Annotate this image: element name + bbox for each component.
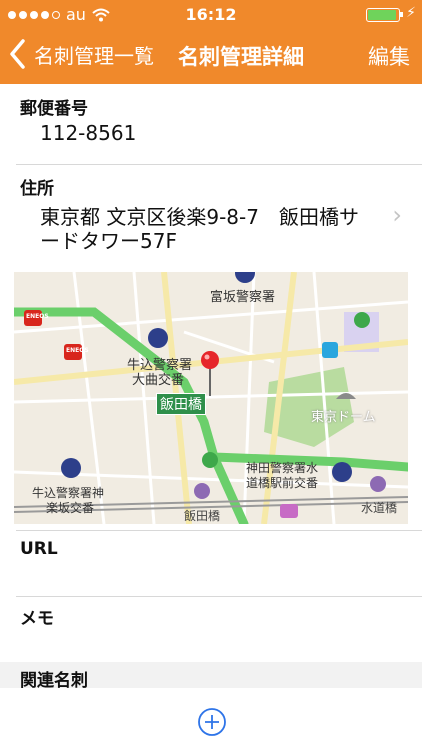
status-time: 16:12: [185, 5, 237, 24]
map-label-police-kanda-2: 道橋駅前交番: [246, 476, 319, 490]
postal-code-value: 112-8561: [40, 121, 137, 145]
map-label-station: 飯田橋: [156, 393, 206, 415]
related-cards-label: 関連名刺: [20, 671, 88, 691]
address-line-2: ードタワー57F: [40, 229, 177, 253]
map-label-police-tomisaka: 富坂警察署: [210, 290, 276, 305]
battery-tip: [400, 12, 403, 17]
add-related-card-button[interactable]: [197, 707, 227, 737]
map-label-eneos-1: ENEOS: [26, 313, 49, 320]
map-view[interactable]: 富坂警察署 牛込警察署 大曲交番 飯田橋 東京ドーム 神田警察署水 道橋駅前交番…: [14, 272, 408, 524]
related-section-header: 関連名刺: [0, 662, 422, 691]
address-row[interactable]: 住所 東京都 文京区後楽9-8-7 飯田橋サ ードタワー57F ›: [0, 165, 422, 265]
map-label-tokyo-dome: 東京ドーム: [311, 410, 376, 425]
battery-icon: [366, 8, 400, 22]
address-label: 住所: [20, 179, 54, 199]
chevron-left-icon: [10, 39, 25, 69]
memo-label: メモ: [20, 609, 54, 629]
url-row[interactable]: URL: [0, 531, 422, 595]
navigation-bar: 名刺管理一覧 名刺管理詳細 編集: [0, 28, 422, 84]
back-button-label: 名刺管理一覧: [34, 43, 154, 68]
map-label-koban-omagari: 大曲交番: [132, 373, 185, 388]
charging-icon: ⚡: [406, 5, 416, 21]
map-label-iidabashi: 飯田橋: [184, 509, 221, 523]
status-bar: au 16:12 ⚡: [0, 0, 422, 28]
postal-code-label: 郵便番号: [20, 99, 88, 119]
url-label: URL: [20, 539, 58, 559]
map-label-police-ushigome-4: 楽坂交番: [46, 501, 95, 515]
map-label-suidobashi: 水道橋: [361, 501, 398, 515]
memo-row[interactable]: メモ: [0, 597, 422, 661]
edit-button[interactable]: 編集: [368, 41, 410, 71]
map-label-eneos-2: ENEOS: [66, 347, 89, 354]
page-title: 名刺管理詳細: [178, 45, 304, 69]
back-button[interactable]: 名刺管理一覧: [8, 38, 154, 70]
chevron-right-icon: ›: [392, 201, 402, 229]
